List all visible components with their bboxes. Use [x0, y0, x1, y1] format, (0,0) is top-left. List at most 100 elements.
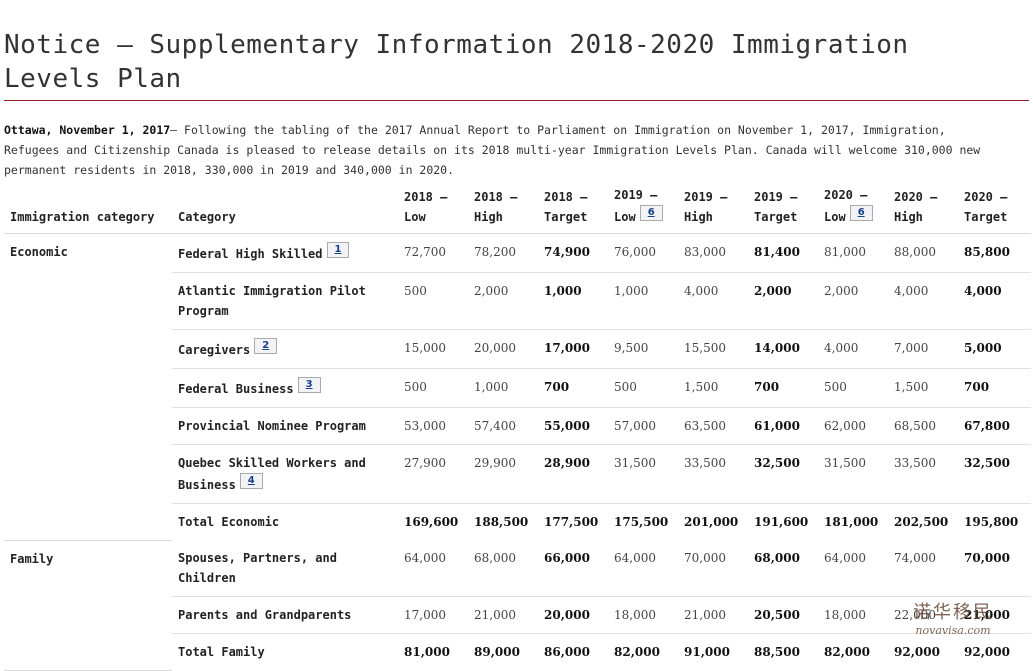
category-cell: Federal Business 3 — [172, 368, 398, 408]
footnote-link[interactable]: 6 — [849, 205, 873, 221]
category-cell: Federal High Skilled 1 — [172, 233, 398, 273]
target-value-cell: 85,800 — [958, 233, 1031, 273]
value-cell: 27,900 — [398, 444, 468, 504]
value-cell: 181,000 — [824, 515, 879, 529]
footnote-link[interactable]: 6 — [639, 205, 663, 221]
value-cell: 63,500 — [678, 407, 748, 445]
value-cell: 82,000 — [824, 645, 870, 659]
target-value-cell: 86,000 — [544, 645, 590, 659]
value-cell: 57,000 — [608, 407, 678, 445]
target-value-cell: 74,900 — [538, 233, 608, 273]
value-cell: 188,500 — [474, 515, 529, 529]
value-cell: 201,000 — [684, 515, 739, 529]
value-cell: 81,000 — [404, 645, 450, 659]
target-value-cell: 70,000 — [958, 540, 1031, 597]
value-cell: 57,400 — [468, 407, 538, 445]
value-cell: 15,000 — [398, 329, 468, 369]
target-value-cell: 2,000 — [748, 272, 818, 330]
target-value-cell: 700 — [958, 368, 1031, 408]
target-value-cell: 177,500 — [544, 515, 599, 529]
value-cell: 18,000 — [818, 596, 888, 634]
category-label: Provincial Nominee Program — [178, 419, 366, 433]
value-cell: 70,000 — [678, 540, 748, 597]
target-value-cell: 61,000 — [748, 407, 818, 445]
value-cell: 64,000 — [608, 540, 678, 597]
value-cell: 7,000 — [888, 329, 958, 369]
header-2020-target: 2020 – Target — [964, 190, 1008, 224]
value-cell: 31,500 — [818, 444, 888, 504]
value-cell: 21,000 — [678, 596, 748, 634]
target-value-cell: 20,000 — [538, 596, 608, 634]
category-label: Total Family — [178, 645, 265, 659]
header-2019-low: 2019 – Low 6 — [608, 182, 678, 234]
value-cell: 2,000 — [468, 272, 538, 330]
value-cell: 1,500 — [678, 368, 748, 408]
value-cell: 78,200 — [468, 233, 538, 273]
target-value-cell: 55,000 — [538, 407, 608, 445]
target-value-cell: 67,800 — [958, 407, 1031, 445]
category-cell: Parents and Grandparents — [172, 596, 398, 634]
value-cell: 33,500 — [678, 444, 748, 504]
table-header-row: Immigration category Category 2018 – Low… — [4, 182, 1031, 234]
target-value-cell: 17,000 — [538, 329, 608, 369]
header-2020-high: 2020 – High — [894, 190, 938, 224]
category-cell: Spouses, Partners, and Children — [172, 540, 398, 597]
value-cell: 500 — [608, 368, 678, 408]
dateline: Ottawa, November 1, 2017 — [4, 122, 171, 137]
value-cell: 2,000 — [818, 272, 888, 330]
value-cell: 9,500 — [608, 329, 678, 369]
target-value-cell: 4,000 — [958, 272, 1031, 330]
value-cell: 1,000 — [608, 272, 678, 330]
footnote-link[interactable]: 4 — [239, 473, 263, 489]
value-cell: 89,000 — [474, 645, 520, 659]
footnote-link[interactable]: 3 — [297, 377, 321, 393]
footnote-link[interactable]: 2 — [254, 338, 278, 354]
value-cell: 68,500 — [888, 407, 958, 445]
target-value-cell: 700 — [748, 368, 818, 408]
table-row: Family Spouses, Partners, and Children 64,… — [4, 540, 1031, 671]
category-label: Caregivers — [178, 343, 251, 357]
value-cell: 500 — [818, 368, 888, 408]
value-cell: 76,000 — [608, 233, 678, 273]
footnote-link[interactable]: 1 — [326, 242, 350, 258]
value-cell: 74,000 — [888, 540, 958, 597]
value-cell: 92,000 — [894, 645, 940, 659]
category-label: Parents and Grandparents — [178, 608, 352, 622]
header-2018-high: 2018 – High — [474, 190, 518, 224]
value-cell: 500 — [398, 368, 468, 408]
category-label: Federal Business — [178, 382, 294, 396]
value-cell: 21,000 — [468, 596, 538, 634]
category-cell: Quebec Skilled Workers and Business 4 — [172, 444, 398, 504]
title-divider — [4, 100, 1029, 101]
value-cell: 72,700 — [398, 233, 468, 273]
watermark-cn: 诺华移民 — [913, 602, 993, 623]
value-cell: 33,500 — [888, 444, 958, 504]
levels-plan-table: Immigration category Category 2018 – Low… — [4, 182, 1031, 671]
value-cell: 31,500 — [608, 444, 678, 504]
value-cell: 82,000 — [614, 645, 660, 659]
target-value-cell: 88,500 — [754, 645, 800, 659]
immigration-category-cell: Economic — [4, 233, 172, 541]
value-cell: 15,500 — [678, 329, 748, 369]
category-label: Quebec Skilled Workers and Business — [178, 456, 366, 492]
category-label: Total Economic — [178, 515, 280, 529]
target-value-cell: 32,500 — [748, 444, 818, 504]
value-cell: 29,900 — [468, 444, 538, 504]
value-cell: 88,000 — [888, 233, 958, 273]
target-value-cell: 1,000 — [538, 272, 608, 330]
category-label: Federal High Skilled — [178, 247, 323, 261]
target-value-cell: 28,900 — [538, 444, 608, 504]
header-2020-low: 2020 – Low 6 — [818, 182, 888, 234]
header-2018-low: 2018 – Low — [404, 190, 448, 224]
category-cell: Total Family — [172, 634, 398, 671]
table-row: Economic Federal High Skilled 1 72,700 78,20… — [4, 233, 1031, 541]
category-cell: Provincial Nominee Program — [172, 407, 398, 445]
page-title: Notice – Supplementary Information 2018-… — [4, 30, 909, 94]
category-cell: Caregivers 2 — [172, 329, 398, 369]
value-cell: 64,000 — [818, 540, 888, 597]
value-cell: 175,500 — [614, 515, 669, 529]
value-cell: 53,000 — [398, 407, 468, 445]
target-value-cell: 92,000 — [964, 645, 1010, 659]
table-body: Economic Federal High Skilled 1 72,700 78,20… — [4, 233, 1031, 671]
value-cell: 62,000 — [818, 407, 888, 445]
